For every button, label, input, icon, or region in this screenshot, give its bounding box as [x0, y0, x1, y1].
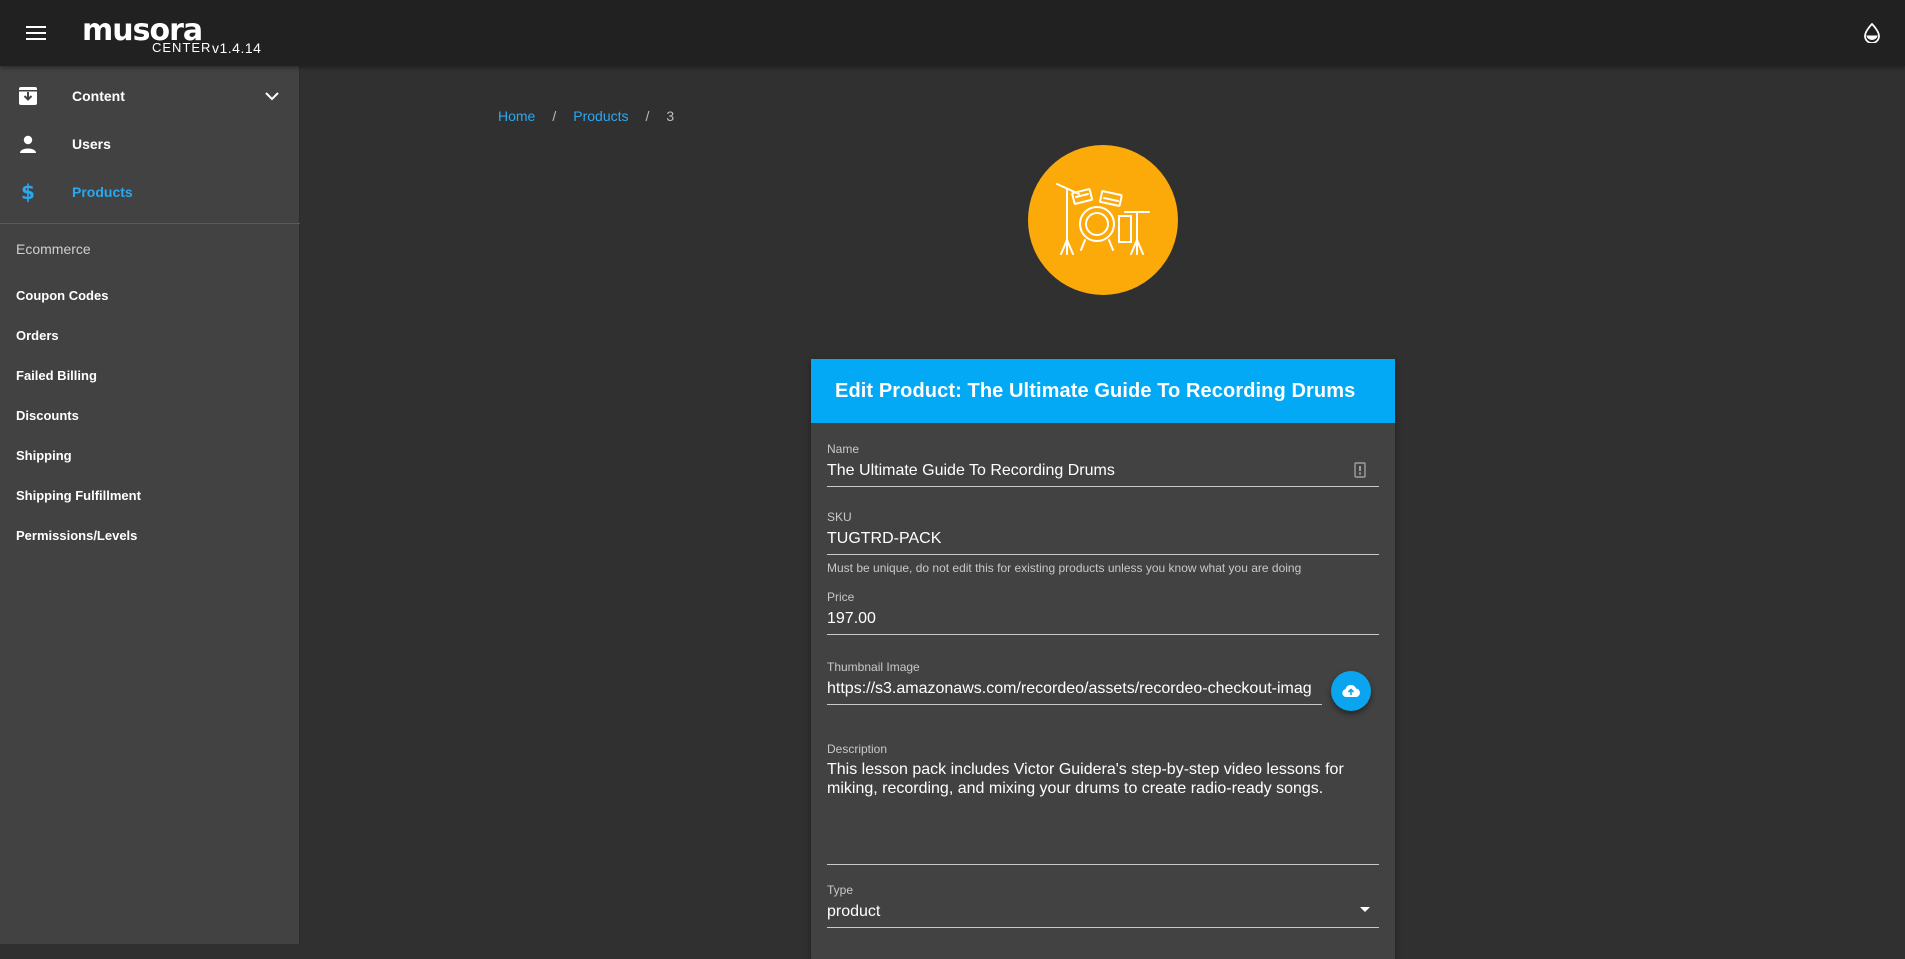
sidebar-item-content[interactable]: Content: [0, 72, 300, 120]
sidebar-item-label: Products: [72, 184, 133, 200]
sidebar-item-label: Users: [72, 136, 111, 152]
archive-icon: [17, 85, 39, 107]
thumbnail-input[interactable]: https://s3.amazonaws.com/recordeo/assets…: [827, 678, 1322, 700]
thumbnail-underline: [827, 704, 1322, 705]
price-underline: [827, 634, 1379, 635]
sidebar-divider: [0, 223, 300, 224]
breadcrumb-products-link[interactable]: Products: [573, 108, 628, 124]
sku-field[interactable]: SKU TUGTRD-PACK Must be unique, do not e…: [827, 510, 1379, 575]
edit-product-card: Edit Product: The Ultimate Guide To Reco…: [811, 359, 1395, 959]
breadcrumb-current: 3: [666, 108, 675, 124]
sku-input[interactable]: TUGTRD-PACK: [827, 528, 1379, 550]
svg-text:$: $: [21, 181, 35, 203]
price-label: Price: [827, 590, 855, 604]
sidebar-item-permissions-levels[interactable]: Permissions/Levels: [16, 525, 276, 547]
thumbnail-label: Thumbnail Image: [827, 660, 920, 674]
dropdown-arrow-icon[interactable]: [1359, 906, 1371, 914]
logo-subtitle: CENTER: [152, 40, 212, 55]
breadcrumb-home-link[interactable]: Home: [498, 108, 535, 124]
app-version: v1.4.14: [212, 40, 262, 56]
type-field[interactable]: Type product: [827, 883, 1379, 928]
card-header: Edit Product: The Ultimate Guide To Reco…: [811, 359, 1395, 423]
sidebar-item-users[interactable]: Users: [0, 120, 300, 168]
cloud-upload-icon: [1342, 684, 1360, 697]
chevron-down-icon[interactable]: [264, 88, 280, 104]
upload-thumbnail-button[interactable]: [1331, 671, 1371, 711]
sidebar-item-label: Content: [72, 88, 125, 104]
sidebar-item-shipping[interactable]: Shipping: [16, 445, 276, 467]
breadcrumb: Home / Products / 3: [498, 106, 674, 126]
description-field[interactable]: Description This lesson pack includes Vi…: [827, 742, 1379, 865]
description-label: Description: [827, 742, 888, 756]
sidebar-item-shipping-fulfillment[interactable]: Shipping Fulfillment: [16, 485, 276, 507]
sku-underline: [827, 554, 1379, 555]
name-label: Name: [827, 442, 860, 456]
product-avatar: [1028, 145, 1178, 295]
section-header-ecommerce: Ecommerce: [16, 241, 91, 257]
breadcrumb-separator: /: [645, 108, 650, 124]
type-underline: [827, 927, 1379, 928]
autofill-icon: [1354, 462, 1366, 478]
sku-hint: Must be unique, do not edit this for exi…: [827, 561, 1302, 575]
type-select[interactable]: product: [827, 901, 1379, 923]
sku-label: SKU: [827, 510, 852, 524]
sidebar: Content Users $ Products Ecommerce Coupo…: [0, 66, 300, 944]
musora-logo[interactable]: musora CENTER v1.4.14: [82, 14, 282, 57]
hamburger-menu-icon[interactable]: [22, 20, 50, 46]
sidebar-item-products[interactable]: $ Products: [0, 168, 300, 216]
app-bar: musora CENTER v1.4.14: [0, 0, 1905, 66]
price-input[interactable]: 197.00: [827, 608, 1379, 630]
drum-kit-icon: [1056, 183, 1150, 255]
card-title: Edit Product: The Ultimate Guide To Reco…: [835, 379, 1356, 402]
description-underline: [827, 864, 1379, 865]
person-icon: [17, 133, 39, 155]
price-field[interactable]: Price 197.00: [827, 590, 1379, 635]
sidebar-item-failed-billing[interactable]: Failed Billing: [16, 365, 276, 387]
type-label: Type: [827, 883, 854, 897]
description-textarea[interactable]: This lesson pack includes Victor Guidera…: [827, 760, 1379, 860]
dollar-icon: $: [17, 181, 39, 203]
name-field[interactable]: Name The Ultimate Guide To Recording Dru…: [827, 442, 1379, 487]
thumbnail-field[interactable]: Thumbnail Image https://s3.amazonaws.com…: [827, 660, 1322, 705]
name-input[interactable]: The Ultimate Guide To Recording Drums: [827, 460, 1379, 482]
sidebar-item-coupon-codes[interactable]: Coupon Codes: [16, 285, 276, 307]
sidebar-item-discounts[interactable]: Discounts: [16, 405, 276, 427]
sidebar-item-orders[interactable]: Orders: [16, 325, 276, 347]
name-underline: [827, 486, 1379, 487]
theme-toggle-icon[interactable]: [1859, 20, 1885, 46]
breadcrumb-separator: /: [552, 108, 557, 124]
